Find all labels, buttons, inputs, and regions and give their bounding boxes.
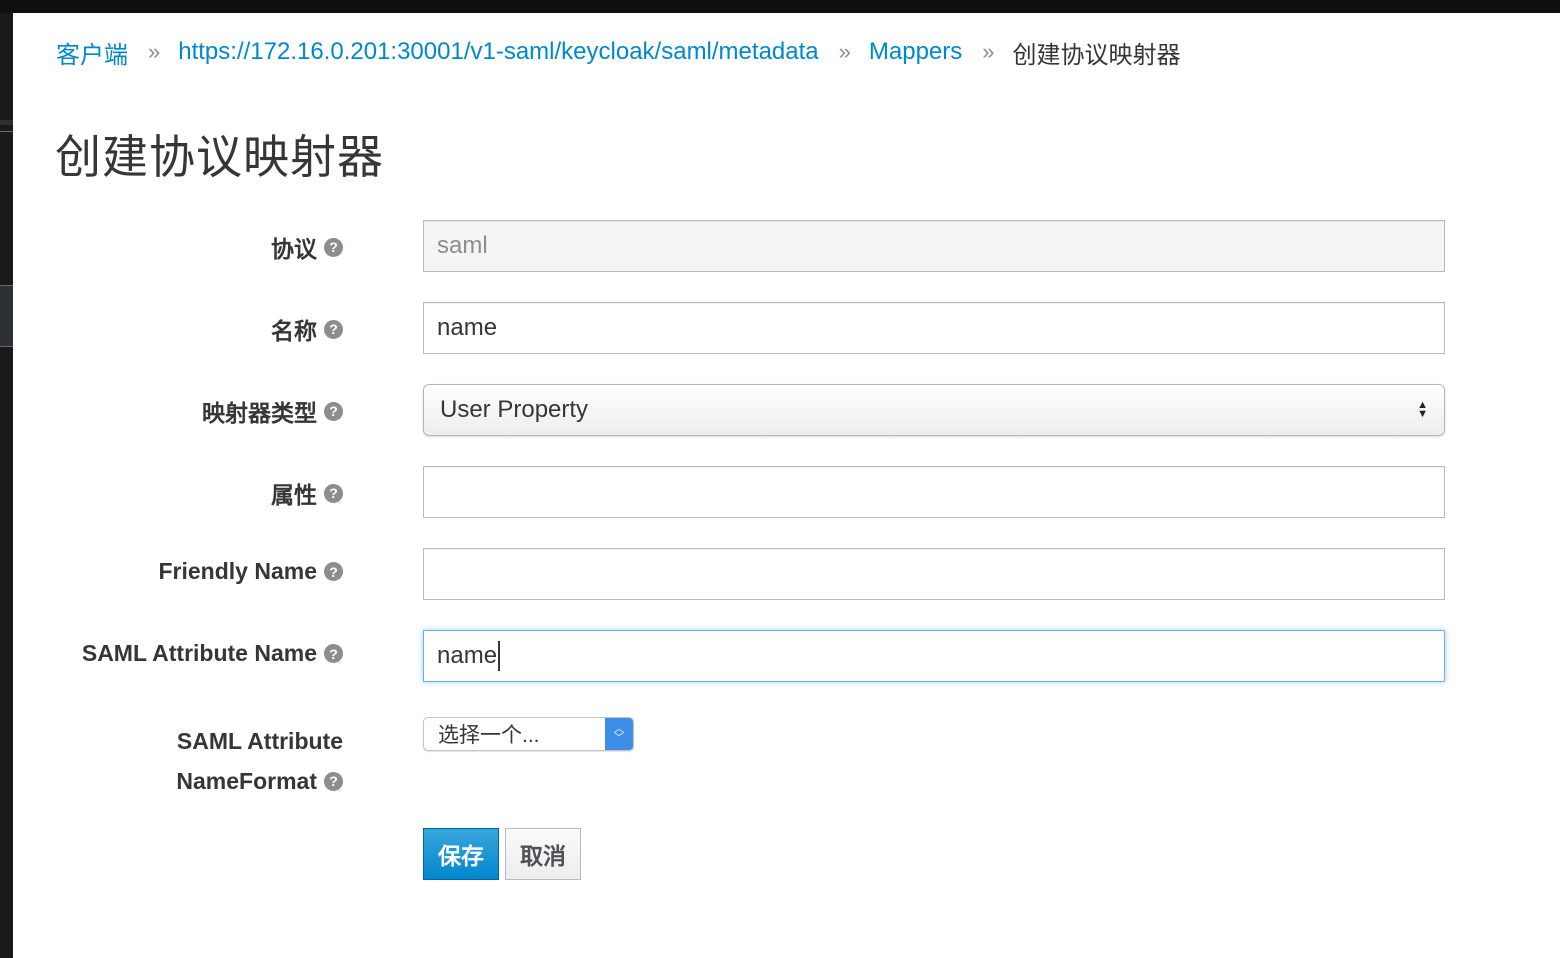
saml-attribute-nameformat-label-line1: SAML Attribute [176, 728, 343, 754]
question-circle-icon[interactable]: ? [324, 771, 343, 791]
saml-attribute-name-value: name [437, 642, 498, 669]
form-row-saml-attribute-nameformat: SAML Attribute NameFormat ? 选择一个... ︿ ﹀ [13, 717, 1560, 797]
text-caret [498, 641, 501, 671]
cancel-button[interactable]: 取消 [505, 828, 581, 880]
main-content: 客户端 » https://172.16.0.201:30001/v1-saml… [13, 13, 1560, 958]
breadcrumb-clients-link[interactable]: 客户端 [56, 35, 128, 70]
property-input[interactable] [423, 466, 1445, 518]
name-label-text: 名称 [271, 318, 317, 344]
name-label: 名称 ? [271, 312, 343, 346]
form-row-name: 名称 ? name [13, 302, 1560, 354]
saml-attribute-nameformat-label-line2: NameFormat [176, 768, 317, 794]
property-label: 属性 ? [271, 476, 343, 510]
saml-attribute-name-label-text: SAML Attribute Name [81, 640, 317, 666]
question-circle-icon[interactable]: ? [324, 562, 343, 581]
question-circle-icon[interactable]: ? [324, 483, 343, 503]
breadcrumb-client-link[interactable]: https://172.16.0.201:30001/v1-saml/keycl… [178, 38, 818, 66]
saml-attribute-nameformat-label: SAML Attribute NameFormat ? [176, 721, 343, 801]
saml-attribute-name-input[interactable]: name [423, 630, 1445, 682]
form-row-protocol: 协议 ? saml [13, 220, 1560, 272]
breadcrumb-separator: » [838, 39, 851, 64]
breadcrumb-separator: » [148, 39, 160, 64]
mapper-type-label-text: 映射器类型 [202, 400, 317, 426]
protocol-input: saml [423, 220, 1445, 272]
top-window-bar [0, 0, 1560, 13]
name-input[interactable]: name [423, 302, 1445, 354]
property-label-text: 属性 [271, 482, 317, 508]
breadcrumb-current: 创建协议映射器 [1012, 41, 1181, 69]
page-title: 创建协议映射器 [55, 131, 384, 183]
left-nav-active-item[interactable] [0, 285, 13, 347]
left-nav-divider [0, 131, 13, 132]
question-circle-icon[interactable]: ? [324, 237, 343, 257]
protocol-value: saml [437, 232, 488, 259]
breadcrumb-separator: » [982, 39, 994, 64]
form-row-friendly-name: Friendly Name ? [13, 548, 1560, 600]
left-nav-segment [0, 120, 13, 125]
friendly-name-label: Friendly Name ? [158, 558, 343, 585]
left-nav-divider [0, 285, 13, 286]
saml-attribute-nameformat-value: 选择一个... [438, 724, 540, 747]
protocol-label: 协议 ? [271, 230, 343, 264]
breadcrumb: 客户端 » https://172.16.0.201:30001/v1-saml… [56, 35, 1181, 69]
saml-attribute-nameformat-label-line2-wrap: NameFormat ? [176, 761, 343, 801]
saml-attribute-nameformat-select[interactable]: 选择一个... ︿ ﹀ [423, 717, 634, 751]
select-arrows-icon: ▲ ▼ [1417, 399, 1428, 420]
protocol-label-text: 协议 [271, 236, 317, 262]
name-value: name [437, 314, 498, 341]
chevron-up-down-icon: ︿ ﹀ [605, 718, 633, 750]
friendly-name-input[interactable] [423, 548, 1445, 600]
mapper-type-label: 映射器类型 ? [202, 394, 343, 428]
mapper-type-select[interactable]: User Property ▲ ▼ [423, 384, 1445, 436]
form-row-mapper-type: 映射器类型 ? User Property ▲ ▼ [13, 384, 1560, 436]
breadcrumb-mappers-link[interactable]: Mappers [869, 38, 962, 66]
mapper-type-value: User Property [440, 396, 589, 423]
question-circle-icon[interactable]: ? [324, 644, 343, 663]
left-nav-edge [0, 13, 13, 958]
form-row-saml-attribute-name: SAML Attribute Name ? name [13, 630, 1560, 682]
left-nav-divider [0, 346, 13, 347]
question-circle-icon[interactable]: ? [324, 319, 343, 339]
question-circle-icon[interactable]: ? [324, 401, 343, 421]
save-button[interactable]: 保存 [423, 828, 499, 880]
form-row-property: 属性 ? [13, 466, 1560, 518]
friendly-name-label-text: Friendly Name [158, 558, 318, 584]
saml-attribute-name-label: SAML Attribute Name ? [82, 640, 343, 667]
